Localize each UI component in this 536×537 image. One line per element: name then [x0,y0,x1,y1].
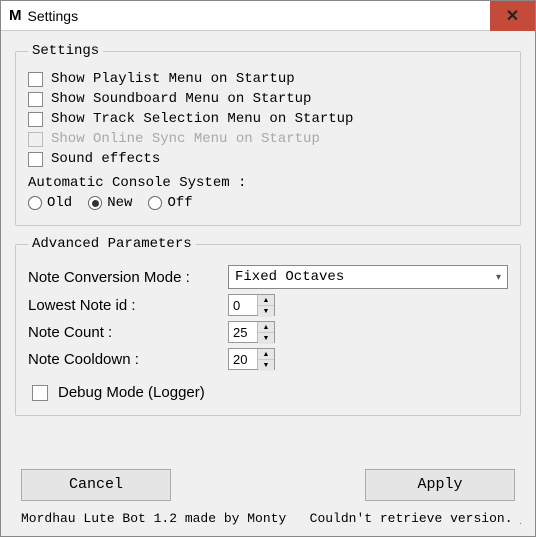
checkbox-online-sync-startup: Show Online Sync Menu on Startup [28,131,508,147]
footer-status: Couldn't retrieve version. [310,511,513,526]
checkbox-icon[interactable] [28,92,43,107]
checkbox-label: Sound effects [51,151,160,167]
acs-radio-group: Old New Off [28,195,508,211]
spin-down-icon[interactable]: ▼ [258,333,274,344]
app-icon: M [9,7,22,24]
lowest-note-spinner[interactable]: ▲ ▼ [228,294,275,316]
retry-link[interactable]: Retry [520,511,521,526]
checkbox-label: Show Online Sync Menu on Startup [51,131,320,147]
footer-credit: Mordhau Lute Bot 1.2 made by Monty [21,511,286,526]
checkbox-label: Show Track Selection Menu on Startup [51,111,353,127]
radio-new[interactable]: New [88,195,132,211]
note-count-label: Note Count : [28,324,228,341]
checkbox-soundboard-startup[interactable]: Show Soundboard Menu on Startup [28,91,508,107]
note-count-input[interactable] [229,322,257,342]
settings-window: M Settings ✕ Settings Show Playlist Menu… [0,0,536,537]
radio-icon[interactable] [28,196,42,210]
settings-legend: Settings [28,43,103,59]
advanced-legend: Advanced Parameters [28,236,196,252]
footer: Mordhau Lute Bot 1.2 made by Monty Could… [15,509,521,532]
content-area: Settings Show Playlist Menu on Startup S… [1,31,535,536]
radio-old[interactable]: Old [28,195,72,211]
checkbox-icon[interactable] [32,385,48,401]
checkbox-label: Show Playlist Menu on Startup [51,71,295,87]
spin-down-icon[interactable]: ▼ [258,306,274,317]
titlebar: M Settings ✕ [1,1,535,31]
row-note-conversion: Note Conversion Mode : Fixed Octaves ▾ [28,265,508,289]
checkbox-label: Show Soundboard Menu on Startup [51,91,311,107]
close-icon: ✕ [506,6,519,26]
row-note-cooldown: Note Cooldown : ▲ ▼ [28,348,508,370]
radio-label: Off [167,195,192,211]
row-note-count: Note Count : ▲ ▼ [28,321,508,343]
button-row: Cancel Apply [15,465,521,509]
radio-icon[interactable] [148,196,162,210]
acs-label: Automatic Console System : [28,175,508,191]
radio-label: Old [47,195,72,211]
close-button[interactable]: ✕ [490,1,535,31]
chevron-down-icon: ▾ [496,272,501,283]
spin-up-icon[interactable]: ▲ [258,322,274,333]
checkbox-debug-mode[interactable]: Debug Mode (Logger) [28,384,508,401]
radio-label: New [107,195,132,211]
checkbox-track-selection-startup[interactable]: Show Track Selection Menu on Startup [28,111,508,127]
note-conversion-label: Note Conversion Mode : [28,269,228,286]
spin-up-icon[interactable]: ▲ [258,295,274,306]
note-cooldown-input[interactable] [229,349,257,369]
lowest-note-label: Lowest Note id : [28,297,228,314]
select-value: Fixed Octaves [235,269,496,285]
checkbox-icon [28,132,43,147]
advanced-group: Advanced Parameters Note Conversion Mode… [15,236,521,416]
window-title: Settings [28,8,79,24]
note-conversion-select[interactable]: Fixed Octaves ▾ [228,265,508,289]
checkbox-playlist-startup[interactable]: Show Playlist Menu on Startup [28,71,508,87]
row-lowest-note: Lowest Note id : ▲ ▼ [28,294,508,316]
cancel-button[interactable]: Cancel [21,469,171,501]
spin-down-icon[interactable]: ▼ [258,360,274,371]
checkbox-icon[interactable] [28,72,43,87]
checkbox-icon[interactable] [28,112,43,127]
spin-up-icon[interactable]: ▲ [258,349,274,360]
settings-group: Settings Show Playlist Menu on Startup S… [15,43,521,226]
debug-label: Debug Mode (Logger) [58,384,205,401]
lowest-note-input[interactable] [229,295,257,315]
apply-button[interactable]: Apply [365,469,515,501]
radio-icon[interactable] [88,196,102,210]
radio-off[interactable]: Off [148,195,192,211]
note-count-spinner[interactable]: ▲ ▼ [228,321,275,343]
note-cooldown-label: Note Cooldown : [28,351,228,368]
note-cooldown-spinner[interactable]: ▲ ▼ [228,348,275,370]
checkbox-sound-effects[interactable]: Sound effects [28,151,508,167]
checkbox-icon[interactable] [28,152,43,167]
